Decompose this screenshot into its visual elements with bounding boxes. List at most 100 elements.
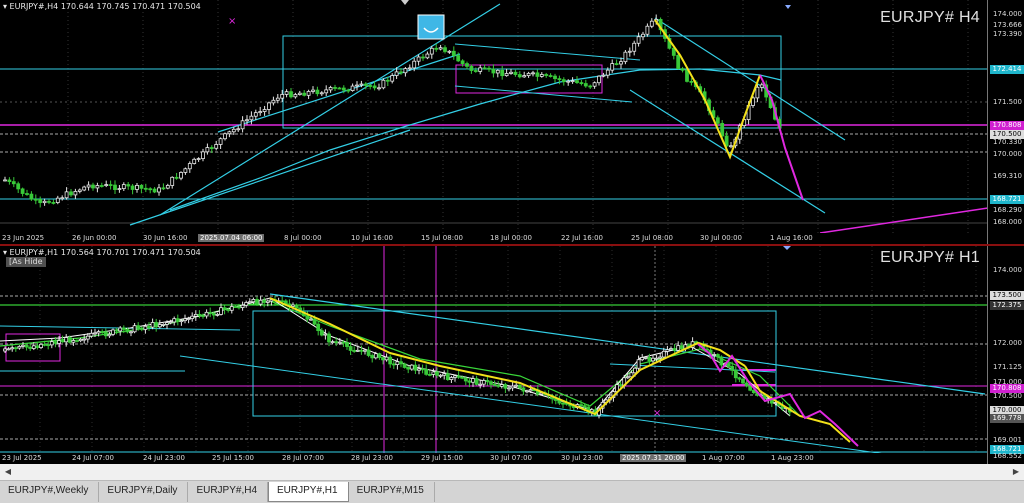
h1-candle	[384, 356, 389, 361]
h4-candle	[526, 72, 531, 77]
h4-candle	[491, 68, 496, 74]
tab-weekly[interactable]: EURJPY#,Weekly	[0, 482, 100, 502]
h1-candle	[67, 337, 72, 343]
h1-candle	[204, 311, 209, 317]
h1-candle	[445, 373, 450, 381]
h4-candle	[205, 147, 210, 153]
tab-m15[interactable]: EURJPY#,M15	[349, 482, 435, 502]
h4-candle	[614, 63, 619, 66]
h1-candle	[582, 405, 587, 408]
h1-candle	[726, 363, 731, 367]
tab-daily[interactable]: EURJPY#,Daily	[99, 482, 189, 502]
time-label: 1 Aug 23:00	[771, 454, 814, 462]
h4-candle	[548, 75, 553, 77]
h4-candle	[293, 94, 298, 98]
h1-candle	[633, 367, 637, 374]
h4-candle	[561, 79, 566, 83]
h1-candle	[431, 371, 436, 375]
time-label: 8 Jul 00:00	[284, 234, 322, 242]
h1-candle	[53, 341, 58, 344]
h4-candle	[187, 163, 192, 170]
h4-candle	[99, 185, 104, 187]
h1-candle	[89, 332, 94, 337]
h1-price-scale[interactable]: 174.000 173.500 172.375 172.000 171.125 171.0…	[987, 246, 1024, 464]
h1-candle	[71, 340, 76, 343]
time-label: 30 Jul 00:00	[700, 234, 742, 242]
h1-candle	[413, 364, 418, 371]
h4-candle	[64, 191, 69, 199]
h1-candle	[658, 356, 663, 359]
as-hide-button[interactable]: [As Hide	[6, 257, 46, 267]
h1-candle	[60, 340, 65, 343]
h4-price-scale[interactable]: 174.000 173.666 173.390 172.414 171.500 170.8…	[987, 0, 1024, 244]
h4-candle	[280, 94, 285, 99]
h1-candle	[514, 384, 519, 387]
horizontal-scrollbar[interactable]: ◀ ▶	[0, 464, 1024, 481]
h4-candle	[363, 83, 368, 86]
h4-candle	[42, 200, 47, 204]
h4-candle	[143, 187, 148, 190]
h4-flag-bot	[454, 85, 633, 103]
h4-candle	[601, 74, 606, 77]
h4-candle	[161, 187, 166, 190]
price-label: 168.721	[990, 195, 1024, 204]
h1-candle	[665, 349, 670, 352]
h1-candle	[345, 342, 349, 347]
h1-candle	[773, 402, 778, 404]
h1-candle	[237, 306, 241, 309]
h4-candle	[47, 200, 51, 203]
h1-candle	[244, 302, 249, 306]
price-label: 168.552	[993, 452, 1022, 460]
h4-candle	[649, 20, 654, 27]
h4-candle	[29, 193, 34, 200]
h4-candle	[319, 92, 324, 95]
h1-candle	[172, 318, 177, 323]
h1-time-scale[interactable]: 23 Jul 2025 24 Jul 07:00 24 Jul 23:00 25 Ju…	[0, 453, 988, 464]
price-label: 171.125	[993, 363, 1022, 371]
h4-candle	[306, 91, 311, 96]
h1-candle	[467, 380, 472, 383]
h1-candle	[341, 341, 346, 344]
h4-chart-canvas[interactable]: ×	[0, 0, 988, 233]
h1-candle	[125, 329, 130, 333]
h4-time-scale[interactable]: 23 Jun 2025 26 Jun 00:00 30 Jun 16:00 2025.…	[0, 233, 988, 244]
h4-candle	[355, 84, 359, 87]
h4-cross-marker: ×	[228, 16, 236, 27]
h1-candle	[118, 327, 123, 332]
h4-moving-average	[169, 68, 782, 211]
tab-h4[interactable]: EURJPY#,H4	[188, 482, 269, 502]
h1-candle	[294, 304, 299, 309]
h1-candle	[262, 299, 267, 303]
h4-candle	[465, 63, 469, 67]
h1-candle	[64, 337, 69, 343]
h1-candle	[75, 340, 79, 342]
h4-candle	[73, 191, 78, 196]
h4-candle	[341, 87, 346, 91]
h1-chart-canvas[interactable]: ×	[0, 246, 988, 453]
h1-chart-pane[interactable]: × ▾ EURJPY#,H1 170.564 170.701 170.471 1…	[0, 246, 1024, 464]
price-label: 172.000	[993, 339, 1022, 347]
h4-candle	[531, 72, 535, 75]
time-label: 23 Jun 2025	[2, 234, 45, 242]
h4-candle	[165, 185, 170, 189]
scroll-right-icon[interactable]: ▶	[1009, 465, 1023, 479]
h1-candle	[420, 368, 425, 371]
h4-candle	[755, 86, 760, 99]
h4-candle	[20, 188, 25, 194]
h4-candle	[315, 89, 320, 95]
time-label: 1 Aug 16:00	[770, 234, 813, 242]
h1-candle	[17, 346, 22, 349]
h4-chart-pane[interactable]: × ▾ EURJPY#,H4 170.644 170.745 170.471 1…	[0, 0, 1024, 244]
h4-candle	[91, 184, 95, 189]
h1-candle	[229, 306, 234, 311]
h1-candle	[381, 357, 385, 361]
h4-candle	[394, 71, 399, 76]
h1-candle	[463, 377, 468, 382]
tab-h1[interactable]: EURJPY#,H1	[268, 482, 349, 502]
scroll-left-icon[interactable]: ◀	[1, 465, 15, 479]
h4-candle	[148, 188, 153, 191]
h4-candle	[632, 42, 637, 52]
h1-candle	[330, 341, 335, 344]
h1-candle	[186, 318, 191, 320]
h1-candle	[247, 301, 252, 304]
